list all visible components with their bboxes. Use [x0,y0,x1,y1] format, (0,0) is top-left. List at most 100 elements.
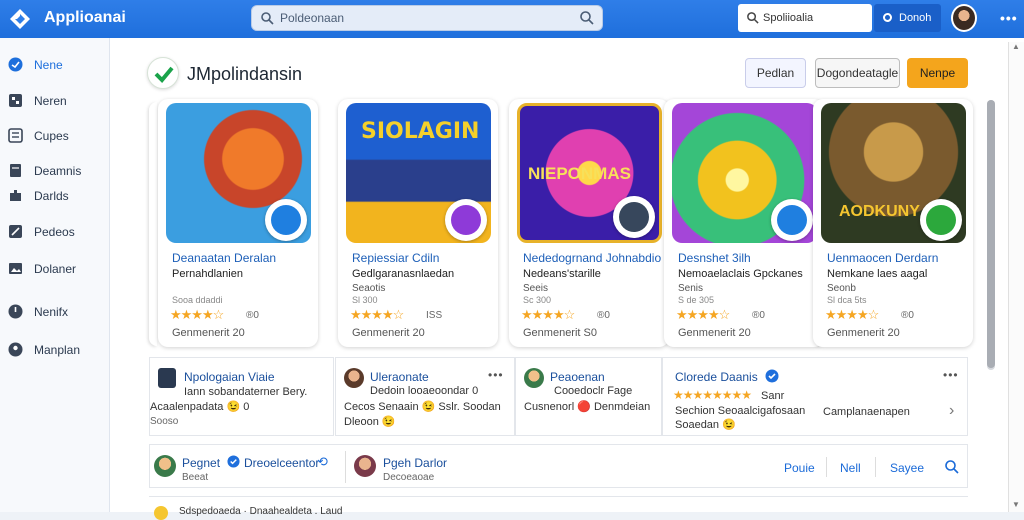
more-icon[interactable]: ••• [488,368,504,382]
bottom-link[interactable]: Nell [840,461,861,475]
app-card[interactable]: Desnshet 3ilh Nemoaelaclais Gpckanes Sen… [664,99,824,347]
scrollbar-thumb[interactable] [987,100,995,368]
verified-badge [147,57,179,89]
post-card[interactable]: Uleraonate ••• Dedoin looaeoondar 0 Ceco… [335,357,515,436]
sidebar-item-label: Deamnis [34,163,82,178]
post-text: Cooedoclr Fage [554,385,633,397]
sidebar-item-3[interactable]: Deamnis [8,163,81,178]
card-size: S de 305 [678,295,715,305]
post-author: Peaoenan [550,370,605,384]
sidebar-item-8[interactable]: Manplan [8,342,80,357]
header-button-primary[interactable]: Nenpe [907,58,968,88]
user-sub: Decoeaoae [383,472,435,483]
header-button-1[interactable]: Pedlan [745,58,806,88]
post-card[interactable]: Peaoenan Cooedoclr Fage Cusnenorl 🔴 Denm… [515,357,662,436]
bottom-link[interactable]: Pouie [784,461,815,475]
sidebar-item-1[interactable]: Neren [8,93,67,108]
sidebar-item-7[interactable]: Nenifx [8,304,68,319]
rating-count: ®0 [597,310,610,321]
post-author: Npologaian Viaie [184,370,275,384]
user-sub: Beeat [182,472,209,483]
app-card[interactable]: AODKUNY Uenmaocen Derdarn Nemkane laes a… [813,99,973,347]
more-icon[interactable]: ••• [943,368,959,382]
card-title: Deanaatan Deralan [172,251,277,265]
post-text: Sechion Seoaalcigafosaan [675,405,806,417]
card-row-edge [149,102,157,346]
card-footer: Genmenerit 20 [352,327,425,339]
app-thumbnail: NIEPONMAS [517,103,662,243]
star-rating: ★★★★☆ [676,307,730,322]
user-name[interactable]: Pgeh Darlor [383,456,447,470]
user-name[interactable]: Pegnet [182,456,220,470]
app-card[interactable]: Deanaatan Deralan Pernahdlanien Sooa dda… [158,99,318,347]
post-author: Clorede Daanis [675,370,758,384]
user-detail: Dreoelceentor [244,456,320,470]
card-subtitle: Nemoaelaclais Gpckanes [678,268,803,280]
card-subtitle: Pernahdlanien [172,268,243,280]
star-rating: ★★★★☆ [521,307,575,322]
secondary-search-input[interactable]: Spoliioalia [763,12,813,24]
top-action-button[interactable]: Donoh [874,4,941,32]
rating-count: ®0 [246,310,259,321]
avatar [344,368,364,388]
post-card[interactable]: Clorede Daanis ••• ★★★★★★★★ Sanr Sechion… [662,357,968,436]
card-title: Nededogrnand Johnabdio [523,251,662,265]
card-subtitle: Nedeans'starille [523,268,601,280]
puzzle-icon [10,190,21,201]
game-logo: AODKUNY [839,203,920,220]
sidebar-item-label: Neren [34,93,67,108]
avatar [154,506,168,520]
card-size: Sc 300 [523,295,552,305]
sidebar-item-label: Nenifx [34,304,69,319]
card-size: Sooa ddaddi [172,295,223,305]
post-side-text: Camplanaenapen [823,406,910,418]
search-icon [261,12,274,25]
sidebar-item-5[interactable]: Pedeos [8,224,75,239]
card-title: Repiessiar Cdiln [352,251,440,265]
card-size: Sl dca 5ts [827,295,867,305]
sidebar-item-2[interactable]: Cupes [8,128,69,143]
app-card[interactable]: NIEPONMAS Nededogrnand Johnabdio Nedeans… [509,99,669,347]
search-input[interactable]: Poldeonaan [280,11,344,25]
bottom-link[interactable]: Sayee [890,461,924,475]
app-title: Applioanai [44,9,126,26]
divider [826,457,827,477]
game-logo: SIOLAGIN [361,119,480,144]
scrollbar[interactable] [987,100,995,370]
secondary-search[interactable]: Spoliioalia [738,4,872,32]
search-submit-icon[interactable] [579,10,594,25]
card-meta: Seeis [523,283,549,294]
app-card[interactable]: SIOLAGIN Repiessiar Cdiln Gedlgaranasnla… [338,99,498,347]
post-text: Iann sobandaterner Bery. [184,386,308,398]
post-author: Uleraonate [370,370,429,384]
refresh-icon[interactable]: ⟲ [317,454,328,470]
more-icon[interactable]: ••• [1000,10,1018,26]
rating-count: ISS [426,310,443,321]
search-bar[interactable]: Poldeonaan [251,5,603,31]
card-footer: Genmenerit 20 [827,327,900,339]
sidebar-item-label: Pedeos [34,224,75,239]
search-icon[interactable] [944,459,959,474]
divider [345,451,346,483]
logo-icon[interactable] [8,7,32,31]
sidebar: Nene Neren Cupes Deamnis Darlds Pedeos D… [0,38,110,512]
page-scrollbar[interactable]: ▲ ▼ [1008,42,1024,512]
sidebar-item-label: Nene [34,57,63,72]
app-thumbnail [166,103,311,243]
sidebar-item-4[interactable]: Darlds [8,188,69,203]
sidebar-item-0[interactable]: Nene [8,57,63,72]
header-button-2[interactable]: Dogondeatagle [815,58,900,88]
avatar[interactable] [951,4,977,32]
scroll-down-icon[interactable]: ▼ [1012,500,1020,509]
post-card[interactable]: Npologaian Viaie Iann sobandaterner Bery… [149,357,334,436]
star-rating: ★★★★☆ [350,307,404,322]
card-subtitle: Gedlgaranasnlaedan [352,268,455,280]
verified-icon [765,369,779,383]
scroll-up-icon[interactable]: ▲ [1012,42,1020,51]
app-badge [613,196,655,238]
power-icon [8,304,23,319]
chevron-right-icon[interactable]: › [949,402,954,420]
sidebar-item-6[interactable]: Dolaner [8,261,76,276]
post-text: Sanr [761,390,785,402]
top-bar: Applioanai Poldeonaan Spoliioalia Donoh … [0,0,1024,38]
